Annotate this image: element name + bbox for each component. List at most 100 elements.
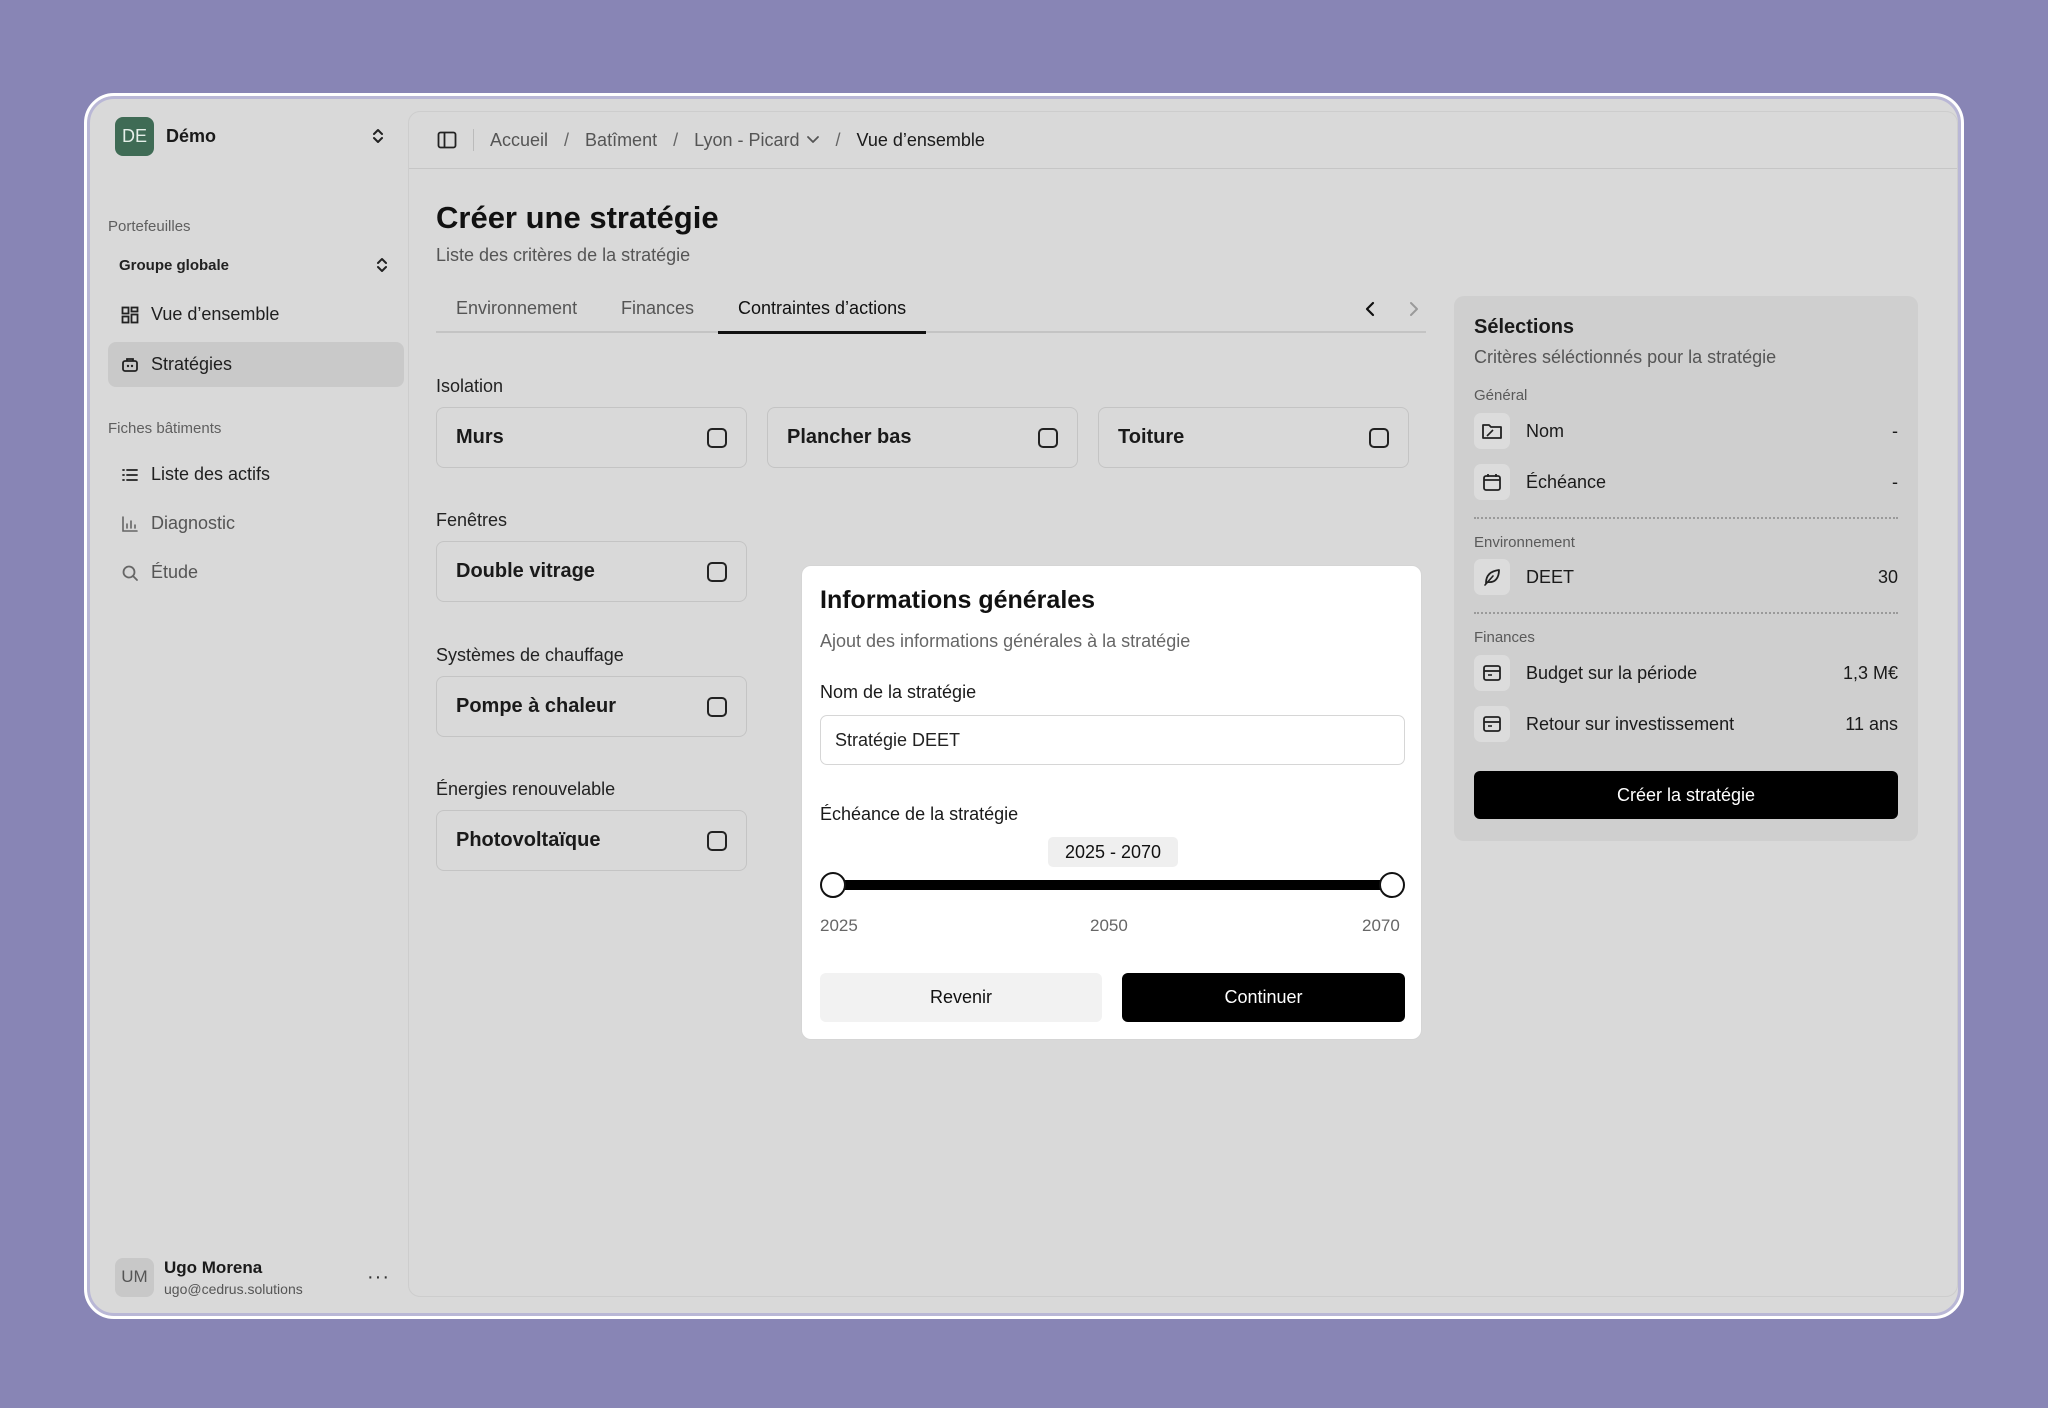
- workspace-logo: DE: [115, 116, 154, 156]
- strategy-icon: [120, 355, 140, 375]
- sidebar-item-study[interactable]: Étude: [108, 550, 404, 595]
- summary-row-roi: Retour sur investissement 11 ans: [1474, 704, 1898, 744]
- sidebar: DE Démo Portefeuilles Groupe globale Vue…: [93, 102, 408, 1310]
- chevron-up-down-icon: [370, 127, 386, 145]
- group-selector[interactable]: Groupe globale: [108, 245, 404, 285]
- deadline-label: Échéance de la stratégie: [820, 804, 1019, 824]
- summary-row-label: DEET: [1526, 566, 1575, 587]
- more-options-icon[interactable]: ···: [367, 1266, 390, 1289]
- criterion-card-floor[interactable]: Plancher bas: [767, 407, 1078, 468]
- sidebar-item-assets[interactable]: Liste des actifs: [108, 452, 404, 497]
- workspace-name: Démo: [166, 125, 217, 146]
- summary-row-value: -: [1892, 471, 1898, 492]
- group-selector-label: Groupe globale: [119, 256, 230, 274]
- criterion-card-heat-pump[interactable]: Pompe à chaleur: [436, 676, 747, 737]
- tab-finances[interactable]: Finances: [601, 285, 714, 333]
- leaf-icon: [1474, 559, 1510, 595]
- selections-panel: Sélections Critères séléctionnés pour la…: [1454, 296, 1918, 841]
- summary-row-label: Budget sur la période: [1526, 662, 1698, 683]
- sidebar-item-overview[interactable]: Vue d’ensemble: [108, 292, 404, 337]
- criterion-card-roof[interactable]: Toiture: [1098, 407, 1409, 468]
- breadcrumb-site-dropdown[interactable]: Lyon - Picard: [694, 130, 819, 151]
- category-label-windows: Fenêtres: [436, 510, 508, 530]
- sidebar-item-label: Diagnostic: [151, 513, 236, 533]
- breadcrumb-site: Lyon - Picard: [694, 129, 800, 150]
- criterion-label: Double vitrage: [456, 560, 595, 582]
- calendar-icon: [1474, 464, 1510, 500]
- tab-bar: Environnement Finances Contraintes d’act…: [436, 285, 1426, 334]
- summary-row-budget: Budget sur la période 1,3 M€: [1474, 653, 1898, 693]
- summary-row-value: -: [1892, 420, 1898, 441]
- breadcrumb-separator: /: [835, 129, 841, 150]
- dialog-subtitle: Ajout des informations générales à la st…: [820, 631, 1191, 651]
- summary-row-deet: DEET 30: [1474, 557, 1898, 597]
- buildings-section-label: Fiches bâtiments: [108, 420, 222, 437]
- breadcrumb-current: Vue d’ensemble: [856, 129, 985, 150]
- checkbox[interactable]: [1038, 428, 1058, 448]
- category-label-heating: Systèmes de chauffage: [436, 645, 624, 665]
- tab-action-constraints[interactable]: Contraintes d’actions: [718, 285, 927, 334]
- checkbox[interactable]: [707, 428, 727, 448]
- summary-row-name: Nom -: [1474, 411, 1898, 451]
- range-slider-track[interactable]: [833, 880, 1392, 890]
- chevron-right-icon[interactable]: [1402, 297, 1426, 321]
- summary-row-deadline: Échéance -: [1474, 462, 1898, 502]
- criterion-label: Plancher bas: [787, 426, 912, 448]
- sidebar-item-label: Stratégies: [151, 354, 233, 374]
- workspace-switcher[interactable]: DE Démo: [115, 116, 400, 156]
- criterion-card-double-glazing[interactable]: Double vitrage: [436, 541, 747, 602]
- bar-chart-icon: [120, 514, 140, 534]
- dialog-title: Informations générales: [820, 586, 1096, 614]
- chevron-up-down-icon: [374, 256, 390, 274]
- checkbox[interactable]: [707, 831, 727, 851]
- summary-row-label: Retour sur investissement: [1526, 713, 1735, 734]
- chevron-left-icon[interactable]: [1358, 297, 1382, 321]
- checkbox[interactable]: [1369, 428, 1389, 448]
- sidebar-item-strategies[interactable]: Stratégies: [108, 342, 404, 387]
- divider: [473, 129, 474, 151]
- summary-group-general: Général: [1474, 387, 1528, 404]
- avatar: UM: [115, 1257, 154, 1297]
- strategy-name-label: Nom de la stratégie: [820, 682, 977, 702]
- breadcrumb-home[interactable]: Accueil: [490, 130, 548, 151]
- range-slider-fill: [833, 880, 1392, 890]
- strategy-name-input[interactable]: [820, 715, 1405, 765]
- criterion-label: Toiture: [1118, 426, 1185, 448]
- range-slider-end-handle[interactable]: [1379, 872, 1405, 898]
- checkbox[interactable]: [707, 562, 727, 582]
- breadcrumb-separator: /: [564, 129, 570, 150]
- category-label-insulation: Isolation: [436, 376, 504, 396]
- summary-row-value: 11 ans: [1845, 713, 1898, 734]
- criterion-label: Pompe à chaleur: [456, 695, 617, 717]
- sidebar-item-diagnostic[interactable]: Diagnostic: [108, 501, 404, 546]
- user-profile[interactable]: UM Ugo Morena ugo@cedrus.solutions ···: [115, 1252, 400, 1302]
- criterion-card-photovoltaic[interactable]: Photovoltaïque: [436, 810, 747, 871]
- breadcrumb-building[interactable]: Batîment: [585, 130, 657, 151]
- search-icon: [120, 563, 140, 583]
- sidebar-item-label: Vue d’ensemble: [151, 304, 280, 324]
- portfolios-section-label: Portefeuilles: [108, 218, 191, 235]
- chevron-down-icon: [806, 136, 819, 143]
- tab-environment[interactable]: Environnement: [436, 285, 597, 333]
- user-name: Ugo Morena: [164, 1257, 263, 1277]
- range-slider-start-handle[interactable]: [820, 872, 846, 898]
- breadcrumb: Accueil / Batîment / Lyon - Picard / Vue…: [490, 130, 985, 151]
- summary-row-label: Nom: [1526, 420, 1565, 441]
- back-button[interactable]: Revenir: [820, 973, 1102, 1022]
- range-tick: 2025: [820, 916, 858, 935]
- continue-button[interactable]: Continuer: [1122, 973, 1405, 1022]
- sidebar-toggle-icon[interactable]: [437, 131, 457, 149]
- app-window: DE Démo Portefeuilles Groupe globale Vue…: [84, 93, 1964, 1319]
- summary-row-value: 30: [1877, 566, 1898, 587]
- checkbox[interactable]: [707, 697, 727, 717]
- sidebar-item-label: Liste des actifs: [151, 464, 271, 484]
- create-strategy-button[interactable]: Créer la stratégie: [1474, 771, 1898, 819]
- category-label-renewables: Énergies renouvelable: [436, 779, 616, 799]
- range-tick: 2050: [1090, 916, 1128, 935]
- page-subtitle: Liste des critères de la stratégie: [436, 245, 691, 265]
- tab-arrows: [1338, 297, 1426, 321]
- criterion-card-walls[interactable]: Murs: [436, 407, 747, 468]
- range-tick: 2070: [1362, 916, 1400, 935]
- selections-title: Sélections: [1474, 316, 1575, 338]
- summary-group-environment: Environnement: [1474, 534, 1575, 551]
